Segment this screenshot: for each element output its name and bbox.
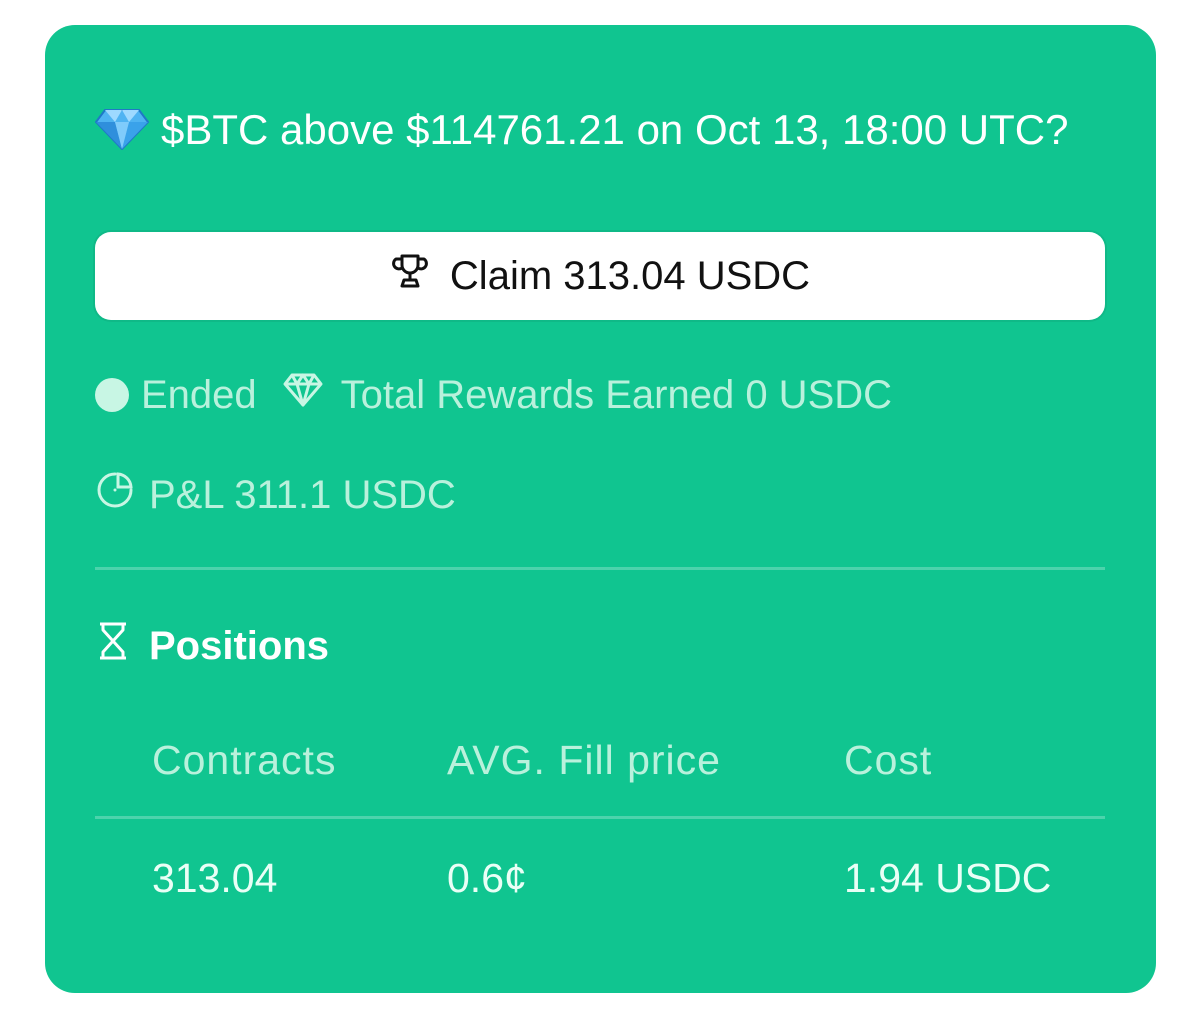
column-header-cost: Cost xyxy=(844,737,933,783)
pnl-row: P&L 311.1 USDC xyxy=(95,469,456,521)
pie-chart-icon xyxy=(95,470,135,520)
gem-icon xyxy=(94,108,150,151)
pnl-label: P&L 311.1 USDC xyxy=(149,472,456,517)
table-divider xyxy=(95,816,1105,819)
trophy-icon xyxy=(390,251,430,301)
rewards-label: Total Rewards Earned 0 USDC xyxy=(340,372,893,417)
claim-button-label: Claim 313.04 USDC xyxy=(449,253,811,298)
cell-cost: 1.94 USDC xyxy=(844,855,1052,901)
claim-button[interactable]: Claim 313.04 USDC xyxy=(95,232,1105,320)
positions-title: Positions xyxy=(149,623,330,668)
market-title: $BTC above $114761.21 on Oct 13, 18:00 U… xyxy=(161,106,1069,153)
market-card: $BTC above $114761.21 on Oct 13, 18:00 U… xyxy=(45,25,1156,993)
cell-avg-fill-price: 0.6¢ xyxy=(447,855,527,901)
section-divider xyxy=(95,567,1105,570)
column-header-avg-fill-price: AVG. Fill price xyxy=(447,737,721,783)
status-row: Ended Total Rewards Earned 0 USDC xyxy=(95,369,892,421)
cell-contracts: 313.04 xyxy=(152,855,278,901)
status-label: Ended xyxy=(141,372,257,417)
status-dot-icon xyxy=(95,378,129,412)
column-header-contracts: Contracts xyxy=(152,737,337,783)
diamond-outline-icon xyxy=(283,372,323,418)
market-title-row: $BTC above $114761.21 on Oct 13, 18:00 U… xyxy=(94,103,1075,157)
positions-header: Positions xyxy=(97,621,329,671)
hourglass-icon xyxy=(97,621,149,671)
